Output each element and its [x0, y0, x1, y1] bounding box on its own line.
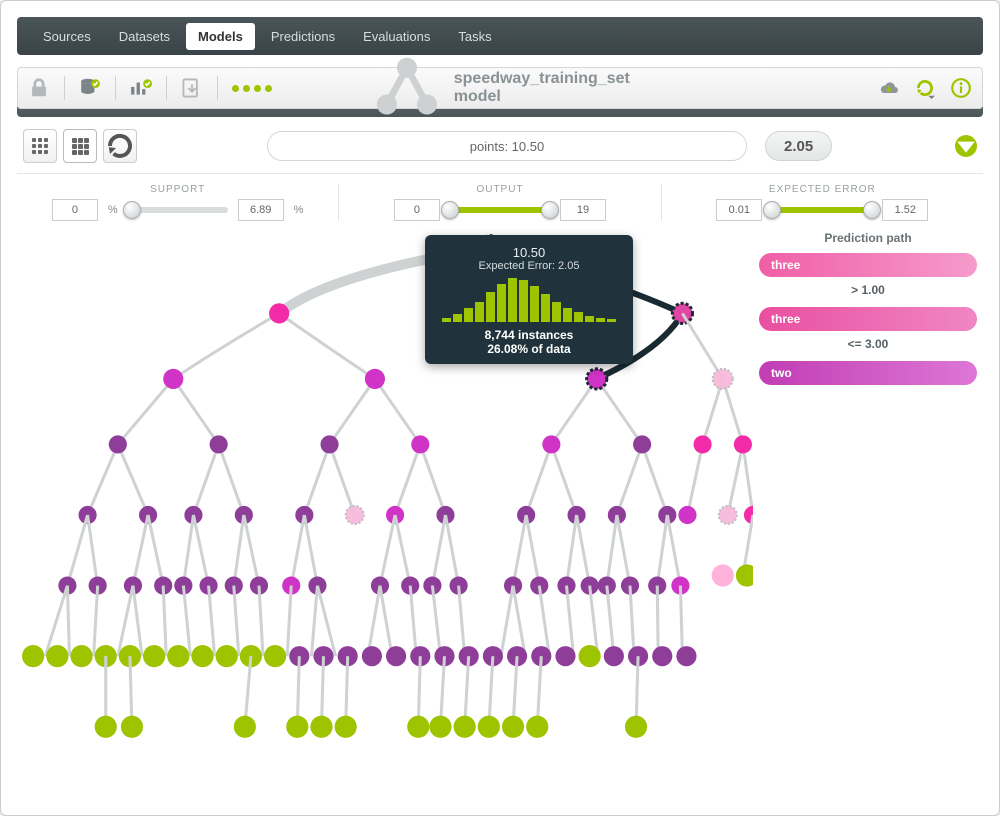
cloud-download-icon[interactable] [878, 77, 900, 99]
support-min-input[interactable]: 0 [52, 199, 98, 221]
value-badge: 2.05 [765, 131, 832, 161]
tree-visualization[interactable]: 10.50 Expected Error: 2.05 8,744 instanc… [17, 231, 753, 799]
nav-tasks[interactable]: Tasks [446, 23, 503, 50]
support-max-input[interactable]: 6.89 [238, 199, 284, 221]
view-grid-sparse-button[interactable] [23, 129, 57, 163]
output-max-input[interactable]: 19 [560, 199, 606, 221]
prediction-path-panel: Prediction path three > 1.00 three <= 3.… [753, 231, 983, 799]
page-title: speedway_training_set model [370, 51, 630, 125]
path-cond-2: <= 3.00 [759, 337, 977, 351]
node-tooltip: 10.50 Expected Error: 2.05 8,744 instanc… [425, 235, 633, 364]
top-nav: Sources Datasets Models Predictions Eval… [17, 17, 983, 55]
eerror-track[interactable] [772, 207, 872, 213]
control-row: points: 10.50 2.05 [17, 117, 983, 173]
sliders-row: SUPPORT 0% 6.89% OUTPUT 0 19 [17, 173, 983, 227]
title-bar: speedway_training_set model [17, 67, 983, 109]
network-icon [370, 51, 444, 125]
eerror-min-input[interactable]: 0.01 [716, 199, 762, 221]
info-icon[interactable] [950, 77, 972, 99]
nav-sources[interactable]: Sources [31, 23, 103, 50]
nav-datasets[interactable]: Datasets [107, 23, 182, 50]
database-icon[interactable] [79, 77, 101, 99]
nav-evaluations[interactable]: Evaluations [351, 23, 442, 50]
tree-svg[interactable] [17, 231, 753, 799]
eerror-max-input[interactable]: 1.52 [882, 199, 928, 221]
eerror-slider: EXPECTED ERROR 0.01 1.52 [662, 184, 983, 221]
status-dots [232, 85, 272, 92]
support-slider: SUPPORT 0% 6.89% [17, 184, 339, 221]
nav-predictions[interactable]: Predictions [259, 23, 347, 50]
barchart-icon[interactable] [130, 77, 152, 99]
support-track[interactable] [128, 207, 228, 213]
lock-icon[interactable] [28, 77, 50, 99]
path-cond-1: > 1.00 [759, 283, 977, 297]
view-grid-dense-button[interactable] [63, 129, 97, 163]
histogram-icon [435, 278, 623, 322]
output-track[interactable] [450, 207, 550, 213]
output-min-input[interactable]: 0 [394, 199, 440, 221]
path-step-2[interactable]: three [759, 307, 977, 331]
nav-models[interactable]: Models [186, 23, 255, 50]
output-slider: OUTPUT 0 19 [339, 184, 661, 221]
refresh-icon[interactable] [914, 77, 936, 99]
path-step-1[interactable]: three [759, 253, 977, 277]
export-icon[interactable] [181, 77, 203, 99]
path-step-3[interactable]: two [759, 361, 977, 385]
reset-view-button[interactable] [103, 129, 137, 163]
points-pill: points: 10.50 [267, 131, 747, 161]
options-dropdown-icon[interactable] [955, 135, 977, 157]
